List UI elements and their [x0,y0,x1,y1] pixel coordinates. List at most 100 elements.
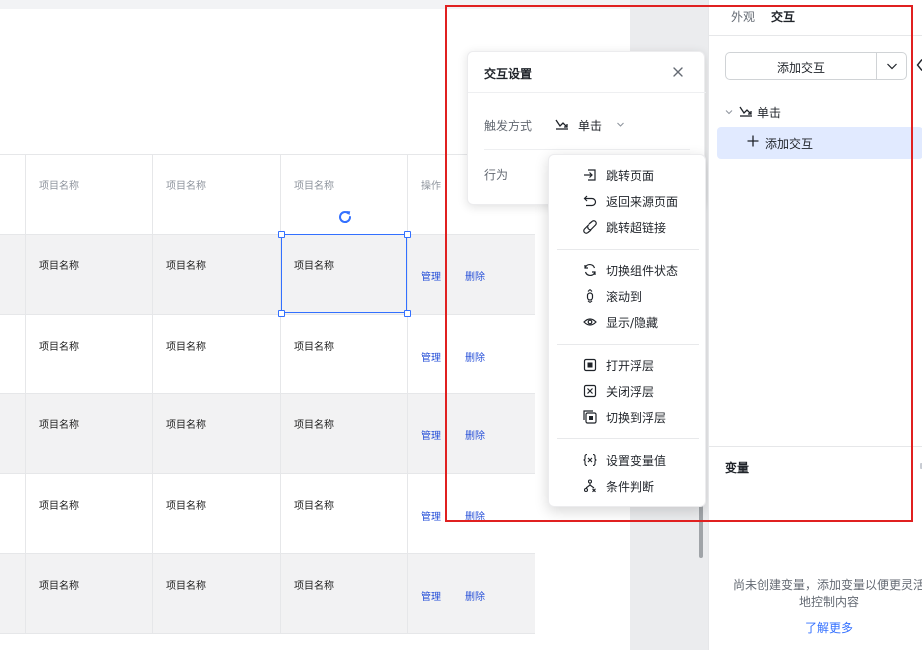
menu-item-label: 条件判断 [606,480,655,494]
table-header-cell: 项目名称 [166,181,206,192]
table-cell: 项目名称 [39,420,79,431]
table-header-cell: 操作 [421,181,441,192]
return-icon [583,195,597,207]
menu-item-label: 返回来源页面 [606,195,679,209]
table-cell: 项目名称 [166,261,206,272]
properties-sidebar: 外观 交互 添加交互 单击 添加交互 变量 尚未创建变量，添加变量以便更灵活地控… [708,0,922,650]
menu-item-close-layer[interactable]: 关闭浮层 [549,379,707,403]
menu-item-return[interactable]: 返回来源页面 [549,189,707,213]
manage-link[interactable]: 管理 [421,268,441,283]
table-cell: 项目名称 [166,501,206,512]
menu-item-label: 跳转超链接 [606,221,667,235]
delete-link[interactable]: 删除 [465,588,485,603]
table-divider [0,393,535,394]
tab-interaction[interactable]: 交互 [771,8,795,25]
manage-link[interactable]: 管理 [421,427,441,442]
scroll-icon [586,289,594,303]
menu-separator [557,249,699,250]
delete-link[interactable]: 删除 [465,508,485,523]
menu-item-hyperlink[interactable]: 跳转超链接 [549,215,707,239]
menu-item-label: 显示/隐藏 [606,316,659,330]
table-col-divider [25,154,26,634]
plus-icon [747,135,759,147]
table-row-bg [0,393,535,473]
jump-page-icon [584,169,596,181]
add-interaction-row-label: 添加交互 [765,137,814,151]
table-cell: 项目名称 [39,261,79,272]
variable-icon [583,453,597,467]
menu-separator [557,438,699,439]
behavior-menu: 跳转页面 返回来源页面 跳转超链接 切换组件状态 滚动到 显示/隐藏 打开浮层 … [548,154,706,507]
table-cell: 项目名称 [166,581,206,592]
switch-layer-icon [583,410,597,424]
resize-handle[interactable] [278,310,285,317]
divider [709,446,922,447]
chevron-down-icon[interactable] [725,108,733,116]
click-gesture-icon [739,106,752,117]
event-click-item[interactable]: 单击 [757,104,781,121]
chevron-down-icon[interactable] [886,61,898,71]
menu-item-condition[interactable]: 条件判断 [549,474,707,498]
switch-state-icon [584,264,596,276]
rotate-icon[interactable] [337,209,353,225]
data-table: 项目名称 项目名称 项目名称 操作 项目名称 项目名称 项目名称 管理 删除 项… [0,154,535,634]
table-cell: 项目名称 [39,581,79,592]
resize-handle[interactable] [404,231,411,238]
table-row-bg [0,553,535,634]
variables-title: 变量 [725,461,750,475]
menu-item-scroll-to[interactable]: 滚动到 [549,284,707,308]
table-cell: 项目名称 [39,342,79,353]
menu-item-label: 设置变量值 [606,454,667,468]
divider [468,92,706,93]
menu-item-switch-layer[interactable]: 切换到浮层 [549,405,707,429]
table-cell: 项目名称 [166,342,206,353]
table-cell: 项目名称 [294,501,334,512]
table-col-divider [280,154,281,634]
delete-link[interactable]: 删除 [465,427,485,442]
variables-empty-text: 尚未创建变量，添加变量以便更灵活地控制内容 [732,578,922,609]
table-divider [0,473,535,474]
condition-icon [583,479,596,493]
table-cell: 项目名称 [39,501,79,512]
manage-link[interactable]: 管理 [421,588,441,603]
add-interaction-label: 添加交互 [776,61,825,75]
tab-appearance[interactable]: 外观 [731,8,755,25]
menu-item-show-hide[interactable]: 显示/隐藏 [549,310,707,334]
menu-item-label: 关闭浮层 [606,385,655,399]
menu-item-label: 跳转页面 [606,169,655,183]
eye-icon [583,318,597,326]
table-header-cell: 项目名称 [39,181,79,192]
chevron-down-icon[interactable] [616,120,625,129]
menu-item-label: 滚动到 [606,290,643,304]
divider [709,35,922,36]
delete-link[interactable]: 删除 [465,349,485,364]
selected-cell-frame[interactable] [281,234,407,313]
table-col-divider [407,154,408,634]
table-divider [0,314,535,315]
resize-handle[interactable] [404,310,411,317]
menu-item-label: 切换组件状态 [606,264,679,278]
divider [484,149,690,150]
resize-handle[interactable] [278,231,285,238]
table-divider [0,553,535,554]
add-interaction-row[interactable]: 添加交互 [717,127,922,159]
manage-link[interactable]: 管理 [421,508,441,523]
menu-separator [557,344,699,345]
canvas-scrollbar[interactable] [699,500,703,558]
manage-link[interactable]: 管理 [421,349,441,364]
table-cell: 项目名称 [166,420,206,431]
menu-item-set-variable[interactable]: 设置变量值 [549,448,707,472]
learn-more-link[interactable]: 了解更多 [729,619,922,636]
table-divider [0,154,535,155]
add-interaction-button[interactable]: 添加交互 [725,52,907,80]
menu-item-jump-page[interactable]: 跳转页面 [549,163,707,187]
trigger-select[interactable]: 单击 [578,117,602,134]
table-header-cell: 项目名称 [294,181,334,192]
table-divider [0,234,535,235]
chevron-left-icon[interactable] [916,58,922,72]
delete-link[interactable]: 删除 [465,268,485,283]
canvas-top-strip [0,0,630,9]
menu-item-open-layer[interactable]: 打开浮层 [549,353,707,377]
menu-item-switch-state[interactable]: 切换组件状态 [549,258,707,282]
close-icon[interactable] [671,65,685,79]
